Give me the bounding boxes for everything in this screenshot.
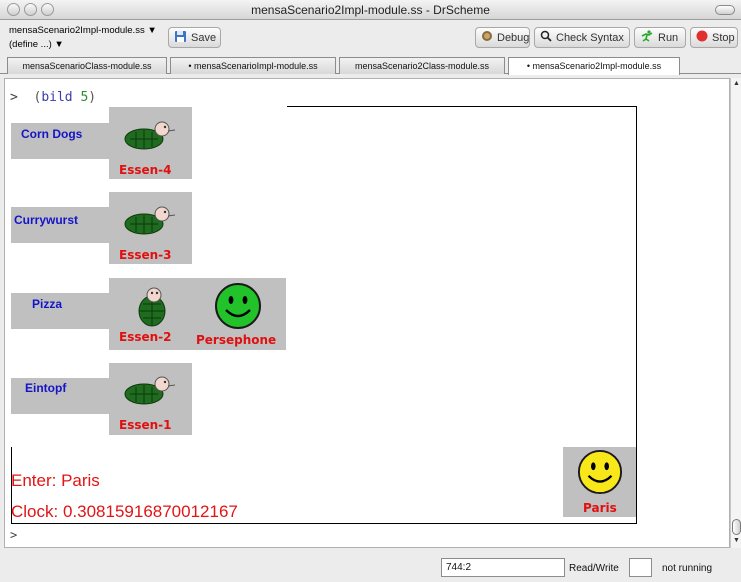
station-label-essen-3: Essen-3 — [119, 248, 172, 262]
read-write-status: Read/Write — [569, 563, 619, 574]
status-bar: 744:2 Read/Write not running — [0, 552, 741, 582]
check-syntax-label: Check Syntax — [556, 31, 624, 44]
magnifier-icon — [540, 30, 552, 45]
scroll-down-icon[interactable]: ▼ — [733, 537, 740, 544]
tab-mensa-scenario2-impl[interactable]: • mensaScenario2Impl-module.ss — [508, 57, 680, 75]
close-window-button[interactable] — [7, 3, 20, 16]
cursor-position-field: 744:2 — [441, 558, 565, 577]
food-label-eintopf: Eintopf — [25, 381, 67, 395]
minimize-window-button[interactable] — [24, 3, 37, 16]
tab-mensa-scenario-class[interactable]: mensaScenarioClass-module.ss — [7, 57, 167, 74]
title-bar: mensaScenario2Impl-module.ss - DrScheme — [0, 0, 741, 20]
running-state-label: not running — [662, 563, 713, 574]
turtle-icon — [124, 376, 176, 405]
repl-prompt-empty[interactable]: > — [10, 528, 17, 542]
repl-prompt: > — [10, 90, 18, 105]
save-label: Save — [191, 31, 217, 44]
food-label-pizza: Pizza — [32, 297, 63, 311]
vertical-scrollbar[interactable]: ▲ ▼ — [730, 78, 741, 548]
bug-icon — [481, 30, 493, 45]
food-label-currywurst: Currywurst — [14, 213, 79, 227]
scene-top-border — [287, 106, 637, 107]
tab-mensa-scenario-impl[interactable]: • mensaScenarioImpl-module.ss — [170, 57, 336, 74]
check-syntax-button[interactable]: Check Syntax — [534, 27, 630, 48]
stop-label: Stop — [712, 31, 735, 44]
station-label-essen-4: Essen-4 — [119, 163, 172, 177]
toolbar: mensaScenario2Impl-module.ss ▼ (define .… — [0, 20, 741, 56]
enter-status-text: Enter: Paris — [11, 471, 100, 490]
toolbar-toggle-button[interactable] — [715, 5, 735, 15]
food-label-corn-dogs: Corn Dogs — [21, 127, 83, 141]
define-selector[interactable]: (define ...) ▼ — [9, 39, 64, 50]
tab-mensa-scenario2-class[interactable]: mensaScenario2Class-module.ss — [339, 57, 505, 74]
file-tabs: mensaScenarioClass-module.ss • mensaScen… — [0, 56, 741, 75]
scroll-up-icon[interactable]: ▲ — [733, 80, 740, 87]
disk-icon — [174, 30, 187, 46]
save-button[interactable]: Save — [168, 27, 221, 48]
persephone-label: Persephone — [196, 333, 277, 347]
stop-icon — [696, 30, 708, 45]
clock-status-text: Clock: 0.30815916870012167 — [11, 502, 238, 521]
turtle-icon — [124, 206, 176, 235]
paris-label: Paris — [583, 501, 617, 515]
run-label: Run — [658, 31, 679, 44]
debug-button[interactable]: Debug — [475, 27, 530, 48]
smiley-face-icon — [215, 283, 261, 329]
file-selector[interactable]: mensaScenario2Impl-module.ss ▼ — [9, 24, 157, 37]
zoom-window-button[interactable] — [41, 3, 54, 16]
turtle-icon — [124, 121, 176, 150]
run-button[interactable]: Run — [634, 27, 686, 48]
window-title: mensaScenario2Impl-module.ss - DrScheme — [251, 3, 490, 17]
running-man-icon — [640, 30, 654, 45]
station-label-essen-2: Essen-2 — [119, 330, 172, 344]
debug-label: Debug — [497, 31, 530, 44]
drscheme-window: mensaScenario2Impl-module.ss - DrScheme … — [0, 0, 741, 582]
station-label-essen-1: Essen-1 — [119, 418, 172, 432]
interaction-expression: > (bild 5) — [10, 90, 96, 105]
stop-button[interactable]: Stop — [690, 27, 738, 48]
close-paren: ) — [88, 90, 97, 105]
scroll-thumb[interactable] — [732, 519, 741, 535]
turtle-icon — [138, 287, 166, 327]
status-indicator-box — [629, 558, 652, 577]
smiley-face-icon — [577, 449, 623, 495]
function-name: bild — [41, 90, 73, 105]
